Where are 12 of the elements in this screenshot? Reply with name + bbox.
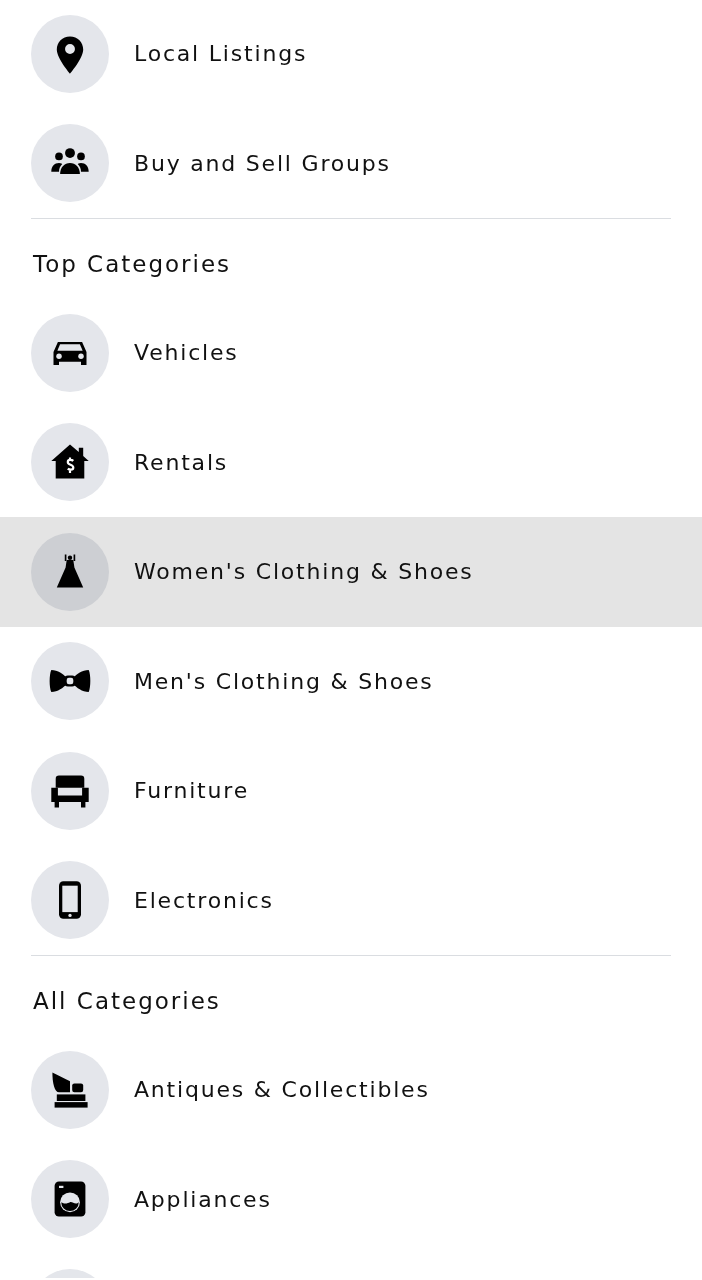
category-item[interactable]: Electronics xyxy=(134,887,274,913)
section-heading: Top Categories xyxy=(32,249,233,279)
category-item[interactable]: Appliances xyxy=(134,1186,272,1212)
category-item[interactable]: Local Listings xyxy=(134,41,308,67)
category-item[interactable]: Furniture xyxy=(134,778,249,804)
category-item[interactable]: Vehicles xyxy=(134,340,239,366)
category-item[interactable]: Antiques & Collectibles xyxy=(134,1077,430,1103)
category-item[interactable]: Rentals xyxy=(134,449,229,475)
category-item[interactable]: Buy and Sell Groups xyxy=(134,150,391,176)
section-heading: All Categories xyxy=(32,986,222,1016)
category-item[interactable]: Men's Clothing & Shoes xyxy=(134,668,434,694)
category-item[interactable]: Women's Clothing & Shoes xyxy=(134,559,474,585)
